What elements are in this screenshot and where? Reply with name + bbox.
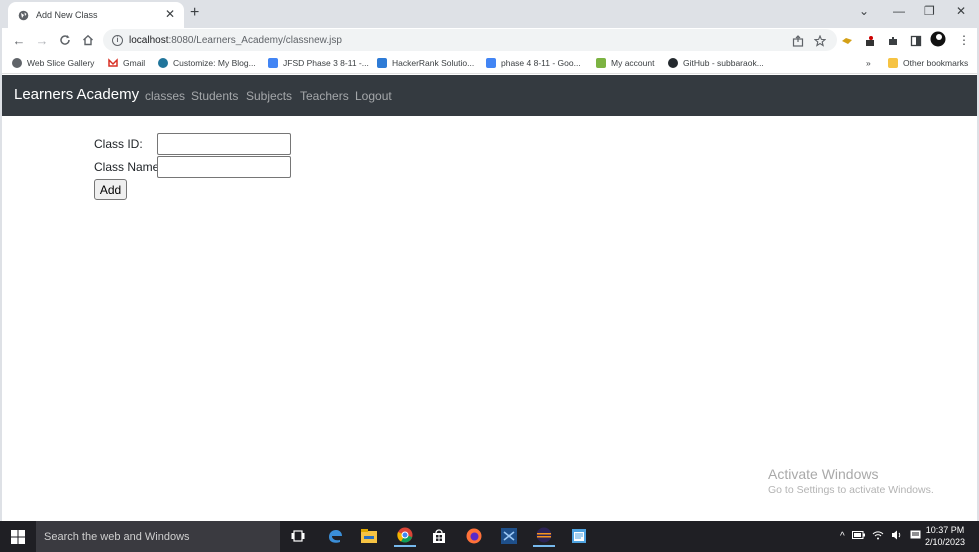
side-panel-icon[interactable] bbox=[910, 34, 922, 47]
taskbar-search-box[interactable]: Search the web and Windows bbox=[36, 521, 280, 552]
site-info-icon[interactable]: i bbox=[112, 34, 123, 46]
activate-windows-title: Activate Windows bbox=[768, 466, 879, 482]
tab-search-icon[interactable]: ⌄ bbox=[859, 4, 869, 18]
bookmark-label: phase 4 8-11 - Goo... bbox=[501, 58, 581, 68]
store-icon[interactable] bbox=[428, 525, 450, 547]
overflow-chevron-icon: » bbox=[866, 58, 871, 68]
bookmark-item[interactable]: HackerRank Solutio... bbox=[377, 56, 474, 70]
tab-strip: Add New Class ✕ + ⌄ — ❐ ✕ bbox=[2, 0, 977, 28]
eclipse-icon[interactable] bbox=[533, 525, 555, 547]
gmail-icon bbox=[108, 58, 118, 68]
bookmark-item[interactable]: Web Slice Gallery bbox=[12, 56, 94, 70]
add-button[interactable]: Add bbox=[94, 179, 127, 200]
globe-icon bbox=[18, 10, 29, 21]
clock-time: 10:37 PM bbox=[925, 525, 965, 535]
firefox-icon[interactable] bbox=[463, 525, 485, 547]
close-tab-icon[interactable]: ✕ bbox=[165, 8, 175, 20]
class-id-input[interactable] bbox=[157, 133, 291, 155]
browser-tab[interactable]: Add New Class ✕ bbox=[8, 2, 184, 28]
home-button[interactable] bbox=[79, 31, 97, 49]
class-id-label: Class ID: bbox=[94, 137, 143, 151]
other-bookmarks-folder[interactable]: Other bookmarks bbox=[888, 56, 968, 70]
reload-icon bbox=[60, 35, 70, 45]
task-view-icon[interactable] bbox=[287, 525, 309, 547]
address-bar[interactable]: i localhost:8080/Learners_Academy/classn… bbox=[103, 29, 837, 51]
share-icon[interactable] bbox=[792, 34, 804, 47]
globe-icon bbox=[12, 58, 22, 68]
menu-kebab-icon[interactable]: ⋮ bbox=[958, 34, 970, 46]
nav-link-subjects[interactable]: Subjects bbox=[246, 89, 292, 103]
url-host: localhost bbox=[129, 34, 169, 46]
bookmark-label: Customize: My Blog... bbox=[173, 58, 256, 68]
battery-icon[interactable] bbox=[851, 531, 865, 542]
app-navbar: Learners Academy classes Students Subjec… bbox=[2, 75, 977, 116]
clock-date: 2/10/2023 bbox=[924, 537, 965, 547]
url-path: :8080/Learners_Academy/classnew.jsp bbox=[168, 34, 342, 46]
extensions-puzzle-icon[interactable] bbox=[887, 34, 899, 46]
brand-link[interactable]: Learners Academy bbox=[14, 86, 139, 103]
bookmark-label: Web Slice Gallery bbox=[27, 58, 95, 68]
tab-title: Add New Class bbox=[36, 10, 98, 20]
bookmarks-bar: Web Slice Gallery Gmail Customize: My Bl… bbox=[2, 52, 977, 74]
bookmark-item[interactable]: My account bbox=[596, 56, 654, 70]
chevron-up-icon[interactable]: ^ bbox=[840, 531, 845, 542]
wifi-icon[interactable] bbox=[872, 530, 884, 543]
wordpress-icon bbox=[158, 58, 168, 68]
minimize-button[interactable]: — bbox=[893, 4, 905, 18]
class-name-label: Class Name: bbox=[94, 160, 163, 174]
vscode-icon[interactable] bbox=[498, 525, 520, 547]
forward-button[interactable]: → bbox=[33, 31, 51, 49]
edge-icon[interactable] bbox=[324, 525, 346, 547]
reload-button[interactable] bbox=[56, 31, 74, 49]
browser-window: Add New Class ✕ + ⌄ — ❐ ✕ ← → i localhos… bbox=[0, 0, 979, 552]
volume-icon[interactable] bbox=[891, 530, 903, 543]
nav-link-teachers[interactable]: Teachers bbox=[300, 89, 349, 103]
bookmark-label: HackerRank Solutio... bbox=[392, 58, 475, 68]
github-icon bbox=[668, 58, 678, 68]
folder-icon bbox=[888, 58, 898, 68]
extension-icon-1[interactable] bbox=[841, 34, 853, 46]
bookmark-item[interactable]: Gmail bbox=[108, 56, 145, 70]
nav-link-students[interactable]: Students bbox=[191, 89, 238, 103]
bookmark-label: GitHub - subbaraok... bbox=[683, 58, 764, 68]
profile-avatar[interactable] bbox=[930, 31, 946, 47]
hackerrank-icon bbox=[377, 58, 387, 68]
back-button[interactable]: ← bbox=[10, 31, 28, 49]
bookmark-item[interactable]: phase 4 8-11 - Goo... bbox=[486, 56, 581, 70]
start-button[interactable] bbox=[0, 521, 36, 552]
bookmark-label: Gmail bbox=[123, 58, 146, 68]
class-name-input[interactable] bbox=[157, 156, 291, 178]
system-tray: ^ bbox=[840, 521, 921, 552]
notepad-icon[interactable] bbox=[568, 525, 590, 547]
bookmarks-overflow-button[interactable]: » bbox=[866, 56, 871, 70]
close-window-button[interactable]: ✕ bbox=[956, 4, 966, 18]
file-explorer-icon[interactable] bbox=[358, 525, 380, 547]
account-icon bbox=[596, 58, 606, 68]
browser-toolbar: ← → i localhost:8080/Learners_Academy/cl… bbox=[2, 28, 977, 52]
taskbar-clock[interactable]: 10:37 PM 2/10/2023 bbox=[925, 524, 965, 548]
nav-link-classes[interactable]: classes bbox=[145, 89, 185, 103]
windows-logo-icon bbox=[11, 529, 25, 544]
restore-button[interactable]: ❐ bbox=[924, 4, 935, 18]
bookmark-star-icon[interactable] bbox=[813, 34, 827, 47]
bookmark-label: JFSD Phase 3 8-11 -... bbox=[283, 58, 369, 68]
docs-icon bbox=[486, 58, 496, 68]
notifications-icon[interactable] bbox=[910, 530, 921, 544]
activate-windows-subtitle: Go to Settings to activate Windows. bbox=[768, 484, 934, 496]
nav-link-logout[interactable]: Logout bbox=[355, 89, 392, 103]
chrome-icon[interactable] bbox=[394, 525, 416, 547]
bookmark-label: Other bookmarks bbox=[903, 58, 969, 68]
extension-icon-2[interactable] bbox=[864, 34, 876, 46]
windows-taskbar: Search the web and Windows ^ 10:37 PM 2/… bbox=[0, 521, 979, 552]
bookmark-item[interactable]: JFSD Phase 3 8-11 -... bbox=[268, 56, 369, 70]
bookmark-item[interactable]: GitHub - subbaraok... bbox=[668, 56, 764, 70]
new-tab-button[interactable]: + bbox=[190, 5, 199, 21]
bookmark-item[interactable]: Customize: My Blog... bbox=[158, 56, 256, 70]
docs-icon bbox=[268, 58, 278, 68]
bookmark-label: My account bbox=[611, 58, 655, 68]
home-icon bbox=[83, 34, 93, 46]
